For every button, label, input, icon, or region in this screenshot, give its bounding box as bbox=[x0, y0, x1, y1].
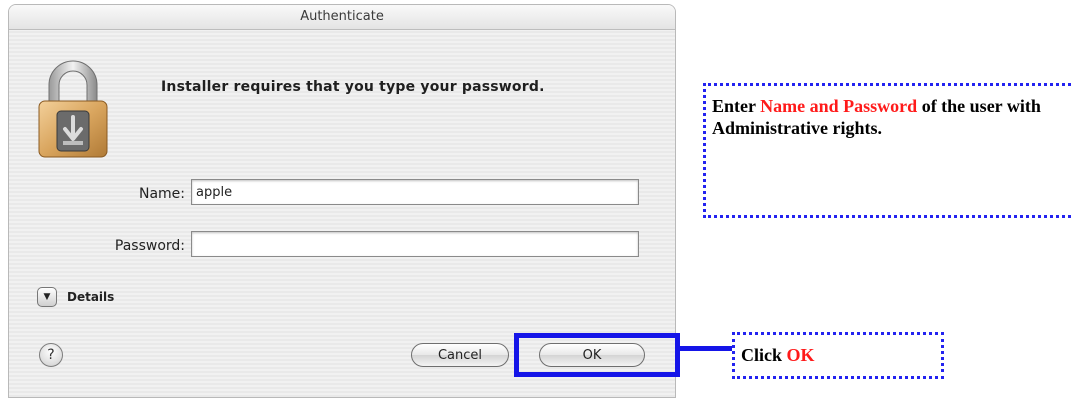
auth-callout-highlight: Name and Password bbox=[760, 96, 918, 116]
name-field[interactable] bbox=[191, 179, 639, 205]
ok-instruction-callout: Click OK bbox=[732, 332, 944, 379]
ok-callout-prefix: Click bbox=[741, 345, 787, 365]
password-label: Password: bbox=[114, 238, 185, 254]
auth-callout-prefix: Enter bbox=[712, 96, 761, 116]
auth-instruction-callout: Enter Name and Password of the user with… bbox=[703, 83, 1071, 218]
details-label: Details bbox=[67, 290, 115, 304]
name-label: Name: bbox=[138, 186, 185, 202]
dialog-title: Authenticate bbox=[9, 5, 675, 30]
padlock-icon bbox=[35, 55, 111, 161]
ok-button-highlight-box bbox=[514, 333, 680, 377]
details-disclosure-button[interactable]: ▼ bbox=[37, 287, 57, 307]
callout-connector-line bbox=[680, 346, 732, 351]
help-button[interactable]: ? bbox=[39, 343, 63, 367]
auth-prompt: Installer requires that you type your pa… bbox=[161, 79, 545, 95]
cancel-button[interactable]: Cancel bbox=[411, 343, 509, 367]
question-mark-icon: ? bbox=[47, 347, 55, 363]
password-field[interactable] bbox=[191, 231, 639, 257]
ok-callout-highlight: OK bbox=[786, 345, 815, 365]
triangle-down-icon: ▼ bbox=[43, 292, 51, 302]
